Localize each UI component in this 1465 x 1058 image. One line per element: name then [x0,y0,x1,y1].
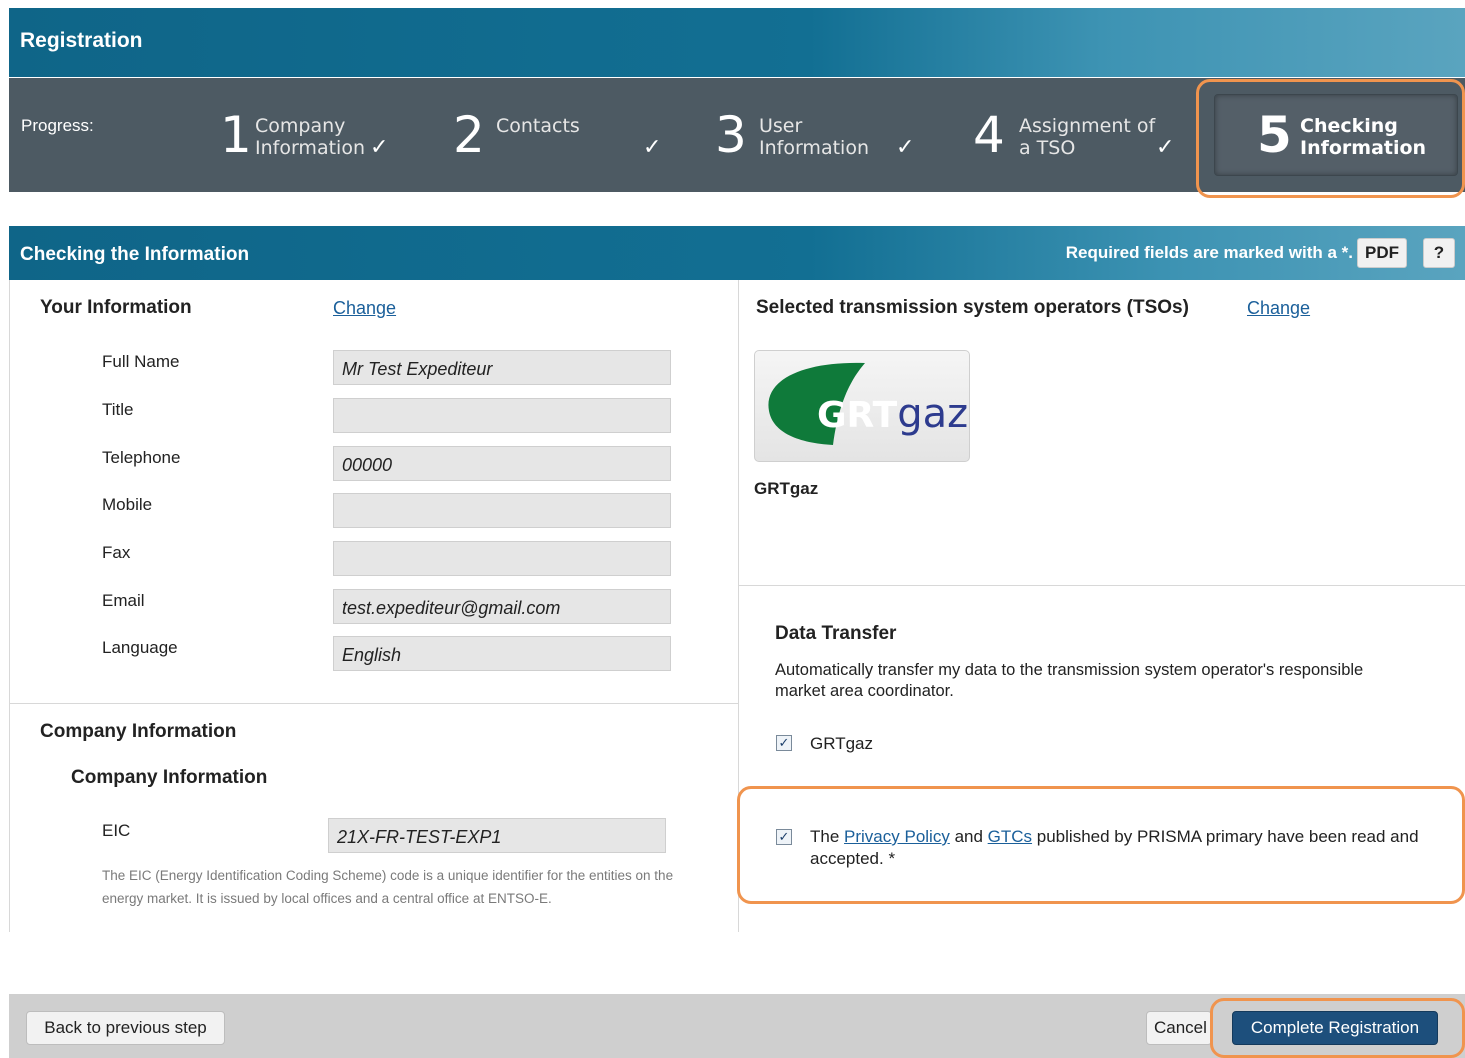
step-number: 2 [453,106,485,164]
field-label-mobile: Mobile [102,495,153,514]
progress-step-3[interactable]: 3 User Information ✓ [715,110,925,166]
step-label: Company Information [255,115,365,159]
tso-logo-card[interactable]: GRTgaz [754,350,970,462]
checkmark-icon: ✓ [370,134,389,159]
pdf-button[interactable]: PDF [1357,238,1407,268]
step-number: 4 [973,106,1005,164]
progress-step-4[interactable]: 4 Assignment of a TSO ✓ [973,110,1183,166]
checkmark-icon: ✓ [1156,134,1175,159]
step-number: 3 [715,106,747,164]
step-label: Assignment of a TSO [1019,115,1156,159]
logo-text-light: gaz [897,391,969,437]
divider [739,585,1465,586]
progress-step-1[interactable]: 1 Company Information ✓ [220,110,400,166]
grtgaz-transfer-label: GRTgaz [810,734,873,753]
progress-bar: Progress: 1 Company Information ✓ 2 Cont… [9,78,1465,192]
data-transfer-heading: Data Transfer [775,623,897,644]
field-label-email: Email [102,591,145,610]
field-label-title: Title [102,400,134,419]
progress-label: Progress: [21,116,94,135]
cancel-button[interactable]: Cancel [1146,1011,1212,1045]
checkmark-icon: ✓ [896,134,915,159]
panel-border [9,280,10,932]
grtgaz-transfer-checkbox[interactable]: ✓ [776,735,792,751]
mobile-field [333,493,671,528]
telephone-field: 00000 [333,446,671,481]
privacy-policy-link[interactable]: Privacy Policy [844,827,950,846]
change-tso-link[interactable]: Change [1247,298,1310,319]
complete-registration-button[interactable]: Complete Registration [1232,1011,1438,1045]
tso-name: GRTgaz [754,479,819,498]
privacy-acceptance-text: The Privacy Policy and GTCs published by… [810,826,1420,870]
data-transfer-description: Automatically transfer my data to the tr… [775,661,1364,700]
section-header: Checking the Information Required fields… [9,226,1465,280]
privacy-accept-checkbox[interactable]: ✓ [776,829,792,845]
step-label: User Information [759,115,869,159]
field-label-fax: Fax [102,543,131,562]
divider [9,703,738,704]
panel-divider [738,280,739,932]
gtc-link[interactable]: GTCs [988,827,1032,846]
help-button[interactable]: ? [1423,238,1455,268]
company-information-subheading: Company Information [71,767,268,788]
full-name-field: Mr Test Expediteur [333,350,671,385]
title-field [333,398,671,433]
section-title: Checking the Information [20,244,250,265]
registration-header: Registration [9,8,1465,77]
eic-field: 21X-FR-TEST-EXP1 [328,818,666,853]
logo-text-bold: GRT [817,395,898,436]
company-information-heading: Company Information [40,721,237,742]
selected-tso-heading: Selected transmission system operators (… [756,297,1189,318]
grtgaz-logo-text: GRTgaz [817,391,968,437]
language-field: English [333,636,671,671]
back-button[interactable]: Back to previous step [26,1011,225,1045]
email-field: test.expediteur@gmail.com [333,589,671,624]
field-label-full-name: Full Name [102,352,180,371]
step-number: 5 [1257,106,1292,164]
field-label-language: Language [102,638,178,657]
step-number: 1 [220,106,252,164]
page-title: Registration [20,29,143,52]
change-your-info-link[interactable]: Change [333,298,396,319]
eic-help-text: The EIC (Energy Identification Coding Sc… [102,868,674,906]
checkmark-icon: ✓ [643,134,662,159]
progress-step-2[interactable]: 2 Contacts ✓ [453,110,673,166]
privacy-text-part: The [810,827,845,846]
privacy-text-part: and [949,827,988,846]
your-information-heading: Your Information [40,297,192,318]
progress-step-5[interactable]: 5 Checking Information [1257,110,1447,166]
field-label-eic: EIC [102,821,131,840]
step-label: Checking Information [1300,115,1427,159]
fax-field [333,541,671,576]
step-label: Contacts [496,115,580,137]
required-fields-note: Required fields are marked with a *. [1065,243,1353,262]
field-label-telephone: Telephone [102,448,181,467]
